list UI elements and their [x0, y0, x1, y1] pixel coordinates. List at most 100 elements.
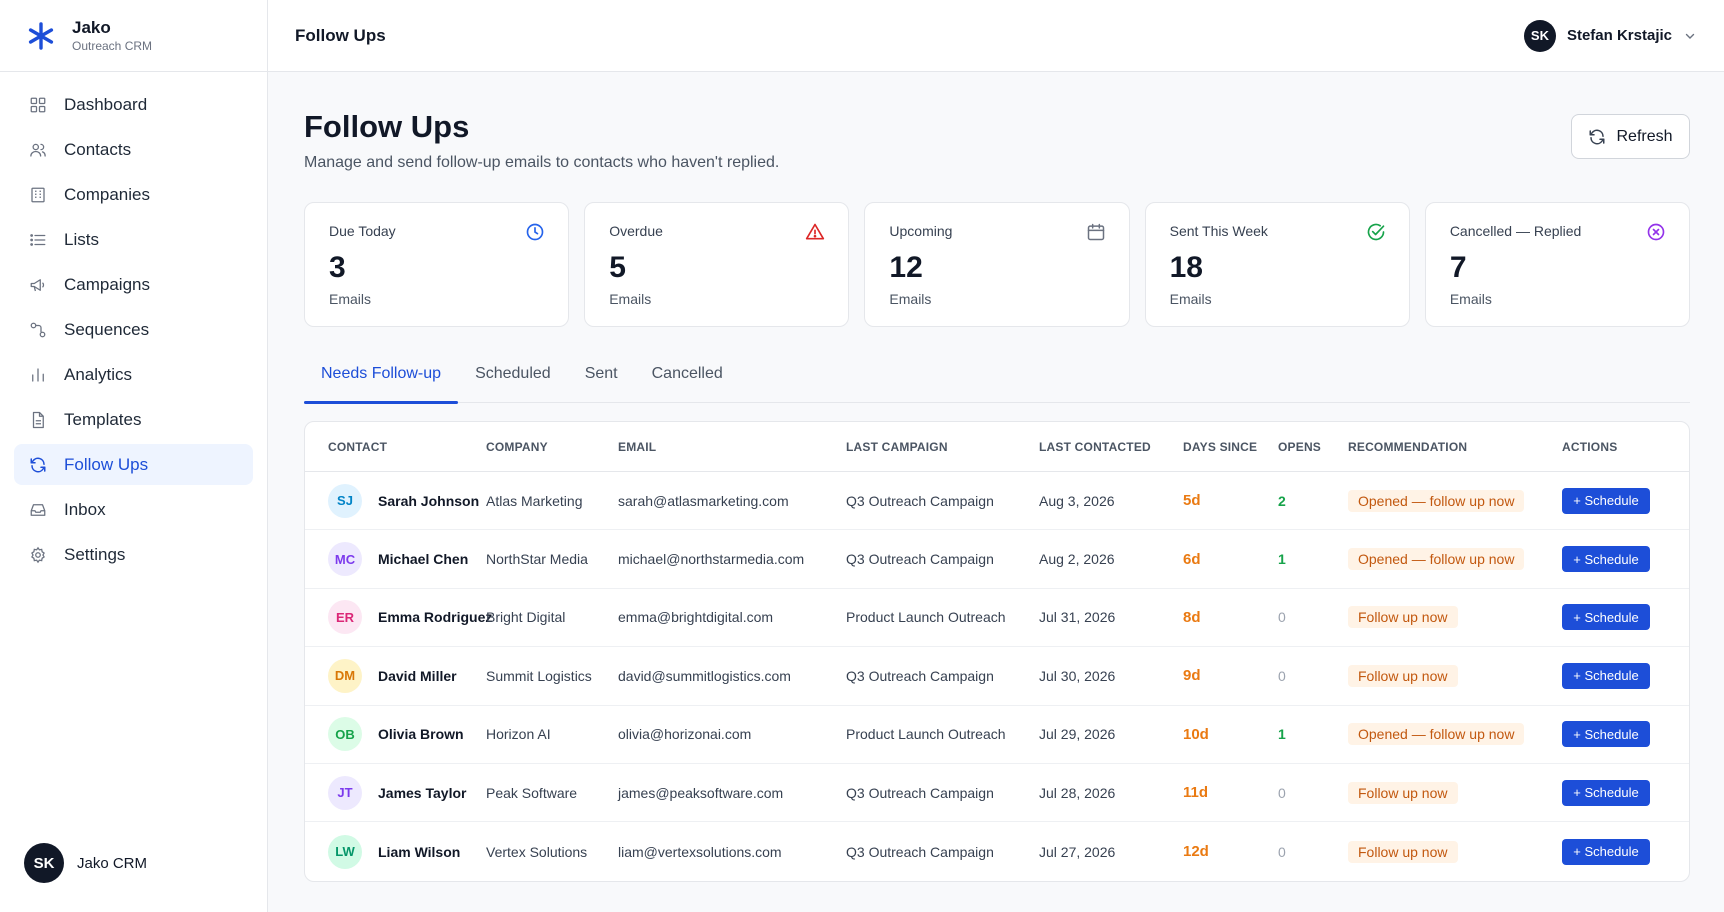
table-row[interactable]: OB Olivia Brown Horizon AI olivia@horizonai…: [305, 706, 1689, 764]
recommendation-cell: Opened — follow up now: [1348, 723, 1562, 746]
avatar: SK: [24, 843, 64, 883]
chevron-down-icon: [1684, 30, 1696, 42]
sidebar-item-inbox[interactable]: Inbox: [14, 489, 253, 530]
refresh-icon: [1588, 128, 1606, 146]
contact-name[interactable]: Sarah Johnson: [378, 493, 479, 509]
days-since-value: 12d: [1183, 843, 1209, 861]
sidebar-account[interactable]: SK Jako CRM: [24, 843, 147, 883]
opens-value: 0: [1278, 609, 1286, 626]
sidebar-item-label: Lists: [64, 229, 99, 249]
opens-value: 2: [1278, 492, 1286, 509]
stat-value: 18: [1169, 251, 1203, 284]
campaign-cell: Q3 Outreach Campaign: [846, 843, 994, 860]
opens-cell: 2: [1278, 493, 1348, 509]
opens-cell: 0: [1278, 844, 1348, 860]
column-header[interactable]: LAST CAMPAIGN: [846, 440, 1039, 454]
grid-icon: [28, 95, 48, 115]
email-cell: sarah@atlasmarketing.com: [618, 492, 789, 509]
schedule-button[interactable]: + Schedule: [1562, 721, 1650, 748]
table-row[interactable]: ER Emma Rodriguez Bright Digital emma@brigh…: [305, 589, 1689, 648]
sidebar-item-label: Follow Ups: [64, 454, 149, 474]
recommendation-cell: Opened — follow up now: [1348, 548, 1562, 571]
refresh-label: Refresh: [1616, 127, 1673, 145]
contact-avatar: SJ: [328, 483, 362, 518]
sidebar-item-companies[interactable]: Companies: [14, 174, 253, 215]
brand[interactable]: Jako Outreach CRM: [0, 0, 267, 72]
column-header[interactable]: RECOMMENDATION: [1348, 440, 1562, 454]
table-row[interactable]: SJ Sarah Johnson Atlas Marketing sarah@atla…: [305, 472, 1689, 531]
column-header[interactable]: COMPANY: [486, 440, 618, 454]
sidebar-item-label: Companies: [64, 184, 150, 204]
tab-sent[interactable]: Sent: [568, 359, 635, 403]
email-cell: james@peaksoftware.com: [618, 784, 784, 801]
tab-scheduled[interactable]: Scheduled: [458, 359, 568, 403]
schedule-button[interactable]: + Schedule: [1562, 487, 1650, 514]
page-subtitle: Manage and send follow-up emails to cont…: [304, 154, 780, 171]
contact-name[interactable]: Emma Rodriguez: [378, 609, 492, 625]
sidebar-item-follow-ups[interactable]: Follow Ups: [14, 444, 253, 485]
campaign-cell: Product Launch Outreach: [846, 609, 1006, 626]
sidebar-item-settings[interactable]: Settings: [14, 534, 253, 575]
building-icon: [28, 185, 48, 205]
table-row[interactable]: JT James Taylor Peak Software james@peaksof…: [305, 764, 1689, 823]
sidebar-item-sequences[interactable]: Sequences: [14, 309, 253, 350]
last-contacted-cell: Jul 27, 2026: [1039, 843, 1116, 860]
table-row[interactable]: DM David Miller Summit Logistics david@summ…: [305, 647, 1689, 706]
column-header[interactable]: LAST CONTACTED: [1039, 440, 1183, 454]
sequence-icon: [28, 320, 48, 340]
sidebar-item-contacts[interactable]: Contacts: [14, 129, 253, 170]
contact-cell: SJ Sarah Johnson: [305, 483, 486, 518]
contact-name[interactable]: Liam Wilson: [378, 844, 460, 860]
opens-value: 0: [1278, 843, 1286, 860]
recommendation-badge: Follow up now: [1348, 606, 1458, 629]
tab-bar: Needs Follow-up Scheduled Sent Cancelled: [304, 359, 1690, 404]
stat-unit: Emails: [889, 291, 932, 307]
contact-cell: ER Emma Rodriguez: [305, 600, 492, 635]
column-header[interactable]: OPENS: [1278, 440, 1348, 454]
column-header[interactable]: ACTIONS: [1562, 440, 1689, 454]
schedule-button[interactable]: + Schedule: [1562, 838, 1650, 865]
stat-card: Due Today 3 Emails: [304, 202, 570, 327]
schedule-button[interactable]: + Schedule: [1562, 779, 1650, 806]
column-header[interactable]: DAYS SINCE: [1183, 440, 1278, 454]
contact-name[interactable]: Olivia Brown: [378, 726, 464, 742]
tab-needs-follow-up[interactable]: Needs Follow-up: [304, 359, 459, 404]
megaphone-icon: [28, 275, 48, 295]
list-icon: [28, 230, 48, 250]
company-cell: Summit Logistics: [486, 667, 592, 684]
sidebar-item-dashboard[interactable]: Dashboard: [14, 84, 253, 125]
column-header[interactable]: EMAIL: [618, 440, 846, 454]
days-since-cell: 11d: [1183, 784, 1278, 801]
tab-cancelled[interactable]: Cancelled: [635, 359, 740, 403]
contact-cell: DM David Miller: [305, 658, 486, 693]
warning-icon: [804, 221, 826, 243]
contact-name[interactable]: David Miller: [378, 668, 457, 684]
sidebar-item-analytics[interactable]: Analytics: [14, 354, 253, 395]
company-cell: Atlas Marketing: [486, 492, 583, 509]
last-contacted-cell: Aug 3, 2026: [1039, 492, 1115, 509]
table-row[interactable]: MC Michael Chen NorthStar Media michael@nor…: [305, 530, 1689, 589]
sidebar-item-lists[interactable]: Lists: [14, 219, 253, 260]
user-menu[interactable]: SK Stefan Krstajic: [1523, 19, 1696, 52]
schedule-button[interactable]: + Schedule: [1562, 604, 1650, 631]
sidebar: Jako Outreach CRM Dashboard Contacts Compa…: [0, 0, 268, 912]
contact-name[interactable]: James Taylor: [378, 785, 466, 801]
refresh-button[interactable]: Refresh: [1571, 114, 1690, 159]
sidebar-item-campaigns[interactable]: Campaigns: [14, 264, 253, 305]
sidebar-item-templates[interactable]: Templates: [14, 399, 253, 440]
sidebar-item-label: Settings: [64, 544, 126, 564]
contact-avatar: ER: [328, 600, 362, 635]
schedule-button[interactable]: + Schedule: [1562, 546, 1650, 573]
brand-subtitle: Outreach CRM: [72, 38, 153, 53]
table-row[interactable]: LW Liam Wilson Vertex Solutions liam@vertex…: [305, 822, 1689, 880]
campaign-cell: Q3 Outreach Campaign: [846, 667, 994, 684]
schedule-button[interactable]: + Schedule: [1562, 662, 1650, 689]
x-circle-icon: [1645, 221, 1667, 243]
email-cell: michael@northstarmedia.com: [618, 551, 805, 568]
column-header[interactable]: CONTACT: [305, 440, 486, 454]
days-since-value: 11d: [1183, 784, 1209, 802]
recommendation-cell: Follow up now: [1348, 664, 1562, 687]
opens-cell: 1: [1278, 726, 1348, 742]
stat-value: 3: [329, 251, 346, 284]
contact-name[interactable]: Michael Chen: [378, 551, 468, 567]
